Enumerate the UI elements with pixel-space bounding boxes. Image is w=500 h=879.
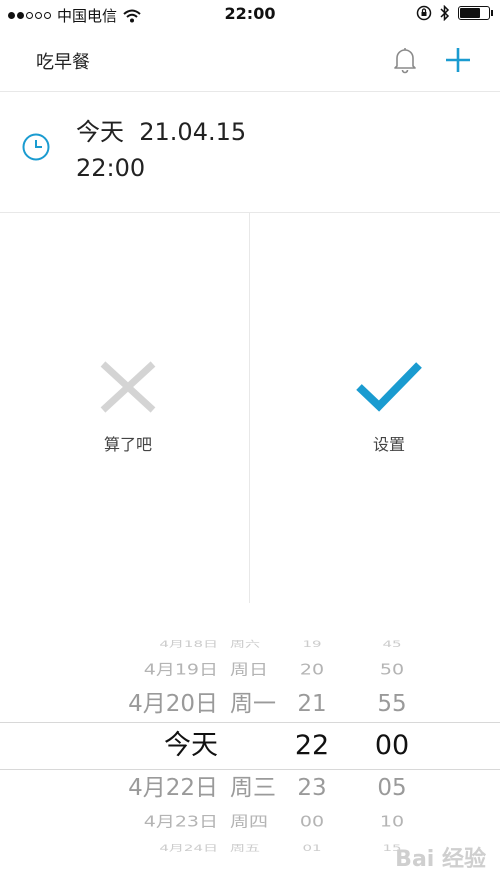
add-icon[interactable]: [444, 46, 472, 74]
reminder-date: 今天 21.04.15: [76, 118, 247, 146]
picker-date: 4月24日: [159, 842, 218, 854]
picker-weekday: 周五: [230, 842, 261, 854]
picker-hour: 01: [302, 842, 322, 854]
rotation-lock-icon: [416, 5, 432, 21]
picker-hour: 22: [294, 730, 330, 761]
datetime-picker[interactable]: 4月18日 周六 19 45 4月19日 周日 20 50 4月20日 周一 21 55 今天 22 00 4…: [0, 618, 500, 879]
reminder-row[interactable]: 今天 21.04.15 22:00: [0, 92, 500, 213]
picker-hour: 21: [297, 691, 327, 717]
picker-row[interactable]: 4月19日 周日 20 50: [0, 654, 500, 685]
clock-icon: [22, 133, 50, 161]
picker-hour: 20: [299, 661, 325, 679]
picker-weekday: 周日: [230, 661, 269, 679]
nav-bar: 吃早餐: [0, 30, 500, 92]
picker-hour: 00: [299, 813, 325, 831]
picker-minute: 10: [379, 813, 405, 831]
picker-date: 4月20日: [128, 691, 218, 717]
battery-icon: [458, 6, 493, 20]
picker-weekday: 周六: [230, 638, 261, 650]
picker-minute: 55: [377, 691, 407, 717]
picker-weekday: 周一: [230, 691, 276, 717]
picker-row[interactable]: 4月18日 周六 19 45: [0, 633, 500, 655]
picker-date: 4月23日: [143, 813, 218, 831]
picker-minute: 50: [379, 661, 405, 679]
picker-row[interactable]: 4月22日 周三 23 05: [0, 768, 500, 808]
status-bar: 中国电信 22:00: [0, 0, 500, 30]
cancel-label: 算了吧: [103, 435, 152, 454]
picker-weekday: 周三: [230, 775, 276, 801]
picker-row[interactable]: 4月23日 周四 00 10: [0, 806, 500, 837]
cancel-button[interactable]: 算了吧: [0, 213, 249, 603]
checkmark-icon: [356, 362, 422, 412]
picker-row-selected[interactable]: 今天 22 00: [0, 726, 500, 766]
watermark: Bai 经验: [395, 847, 486, 872]
picker-date: 4月22日: [128, 775, 218, 801]
picker-hour: 23: [297, 775, 327, 801]
confirm-button[interactable]: 设置: [250, 213, 499, 603]
picker-weekday: 周四: [230, 813, 269, 831]
action-area: 算了吧 设置: [0, 213, 500, 603]
nav-title: 吃早餐: [36, 52, 90, 73]
picker-minute: 05: [377, 775, 407, 801]
bluetooth-icon: [440, 5, 450, 21]
picker-minute: 45: [382, 638, 402, 650]
confirm-label: 设置: [372, 435, 405, 454]
picker-minute: 00: [374, 730, 410, 761]
bell-icon[interactable]: [392, 46, 418, 74]
picker-hour: 19: [302, 638, 322, 650]
picker-date: 4月19日: [143, 661, 218, 679]
picker-date: 4月18日: [159, 638, 218, 650]
status-right: [416, 5, 493, 21]
picker-row[interactable]: 4月20日 周一 21 55: [0, 684, 500, 724]
close-icon: [100, 361, 156, 413]
picker-date: 今天: [164, 730, 218, 761]
reminder-time: 22:00: [76, 154, 146, 182]
